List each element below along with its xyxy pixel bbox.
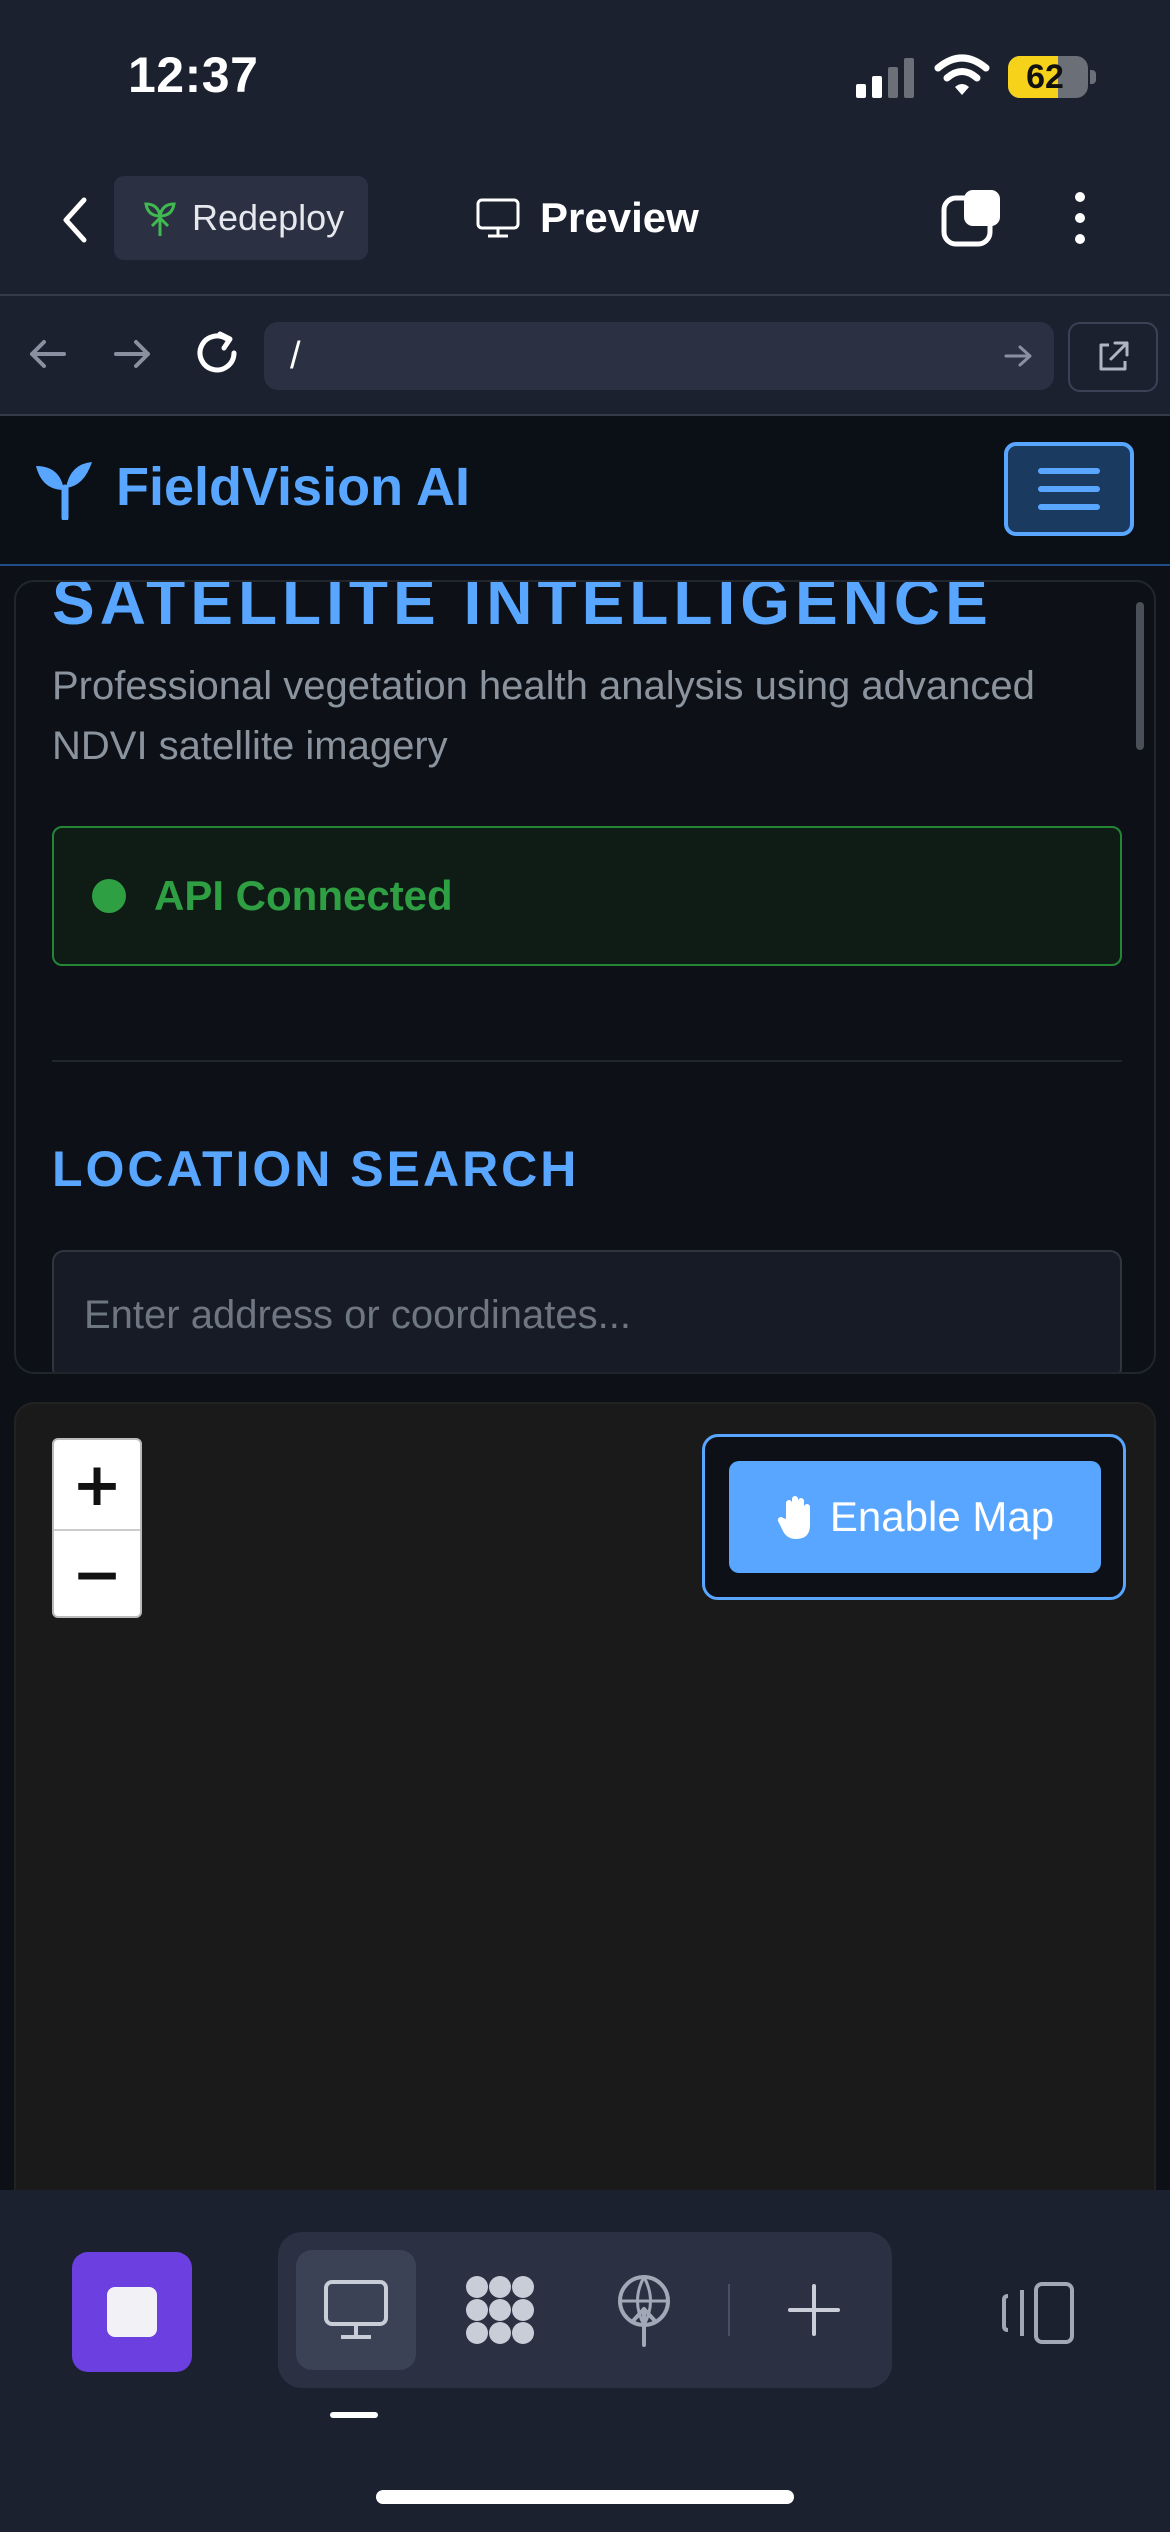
hero-title: SATELLITE INTELLIGENCE <box>52 580 993 638</box>
battery-nub <box>1090 70 1096 84</box>
enable-map-label: Enable Map <box>829 1493 1055 1540</box>
chevron-left-icon <box>63 197 87 243</box>
tool-group <box>278 2232 892 2388</box>
stop-icon <box>107 2287 157 2337</box>
status-dot-icon <box>92 879 126 913</box>
control-panel: SATELLITE INTELLIGENCE Professional vege… <box>14 580 1156 1374</box>
preview-tool-button[interactable] <box>296 2250 416 2370</box>
zoom-in-button[interactable]: + <box>54 1440 140 1529</box>
redeploy-button[interactable]: Redeploy <box>114 176 368 260</box>
api-status-text: API Connected <box>154 872 453 919</box>
cellular-signal-icon <box>856 58 914 98</box>
monitor-icon <box>476 198 520 238</box>
api-status-badge: API Connected <box>52 826 1122 966</box>
deploy-icon <box>618 2275 670 2347</box>
brand-name[interactable]: FieldVision AI <box>116 456 470 518</box>
preview-tab[interactable]: Preview <box>476 186 699 250</box>
home-indicator[interactable] <box>376 2490 794 2504</box>
add-tool-button[interactable] <box>754 2250 874 2370</box>
stop-button[interactable] <box>72 2252 192 2372</box>
open-external-button[interactable] <box>1068 322 1158 392</box>
arrow-right-icon[interactable] <box>108 330 156 378</box>
toolbar-divider <box>728 2284 730 2336</box>
redeploy-label: Redeploy <box>192 197 345 238</box>
apps-icon <box>466 2276 534 2344</box>
wifi-icon <box>934 54 990 95</box>
go-arrow-icon[interactable] <box>1002 340 1034 372</box>
preview-label: Preview <box>540 194 699 241</box>
divider <box>52 1060 1122 1062</box>
monitor-icon <box>324 2280 388 2339</box>
plus-icon <box>788 2284 840 2336</box>
status-bar: 12:37 62 <box>0 0 1170 150</box>
url-text: / <box>290 334 301 377</box>
reload-icon[interactable] <box>190 326 244 380</box>
zoom-control: + − <box>52 1438 142 1618</box>
back-button[interactable] <box>50 190 100 250</box>
active-tab-indicator <box>330 2412 378 2418</box>
hamburger-menu-button[interactable] <box>1004 442 1134 536</box>
battery-percent: 62 <box>1026 57 1064 96</box>
browser-toolbar: / <box>0 294 1170 416</box>
status-time: 12:37 <box>128 47 259 103</box>
seedling-icon <box>36 462 92 520</box>
web-viewport: FieldVision AI SATELLITE INTELLIGENCE Pr… <box>0 416 1170 2190</box>
tabs-icon[interactable] <box>940 186 1004 250</box>
location-search-title: LOCATION SEARCH <box>52 1141 580 1197</box>
location-search-input[interactable] <box>52 1250 1122 1372</box>
bottom-toolbar <box>0 2190 1170 2532</box>
battery-indicator: 62 <box>1008 56 1088 98</box>
map-container[interactable]: + − Enable Map <box>14 1402 1156 2190</box>
external-link-icon <box>1099 341 1129 371</box>
site-header: FieldVision AI <box>0 416 1170 566</box>
hamburger-icon <box>1038 468 1100 474</box>
panel-content: SATELLITE INTELLIGENCE Professional vege… <box>52 580 1122 1372</box>
sprout-icon <box>144 202 176 236</box>
app-bar: Redeploy Preview <box>0 150 1170 294</box>
url-field[interactable]: / <box>264 322 1054 390</box>
hero-description: Professional vegetation health analysis … <box>52 664 1035 768</box>
enable-map-overlay: Enable Map <box>702 1434 1126 1600</box>
enable-map-button[interactable]: Enable Map <box>729 1461 1101 1573</box>
side-panel-icon[interactable] <box>1000 2280 1076 2346</box>
more-vertical-icon[interactable] <box>1060 186 1100 250</box>
apps-tool-button[interactable] <box>440 2250 560 2370</box>
panel-scrollbar[interactable] <box>1136 602 1144 750</box>
arrow-left-icon[interactable] <box>24 330 72 378</box>
hand-icon <box>777 1496 810 1539</box>
zoom-out-button[interactable]: − <box>54 1529 140 1616</box>
deploy-tool-button[interactable] <box>584 2250 704 2370</box>
